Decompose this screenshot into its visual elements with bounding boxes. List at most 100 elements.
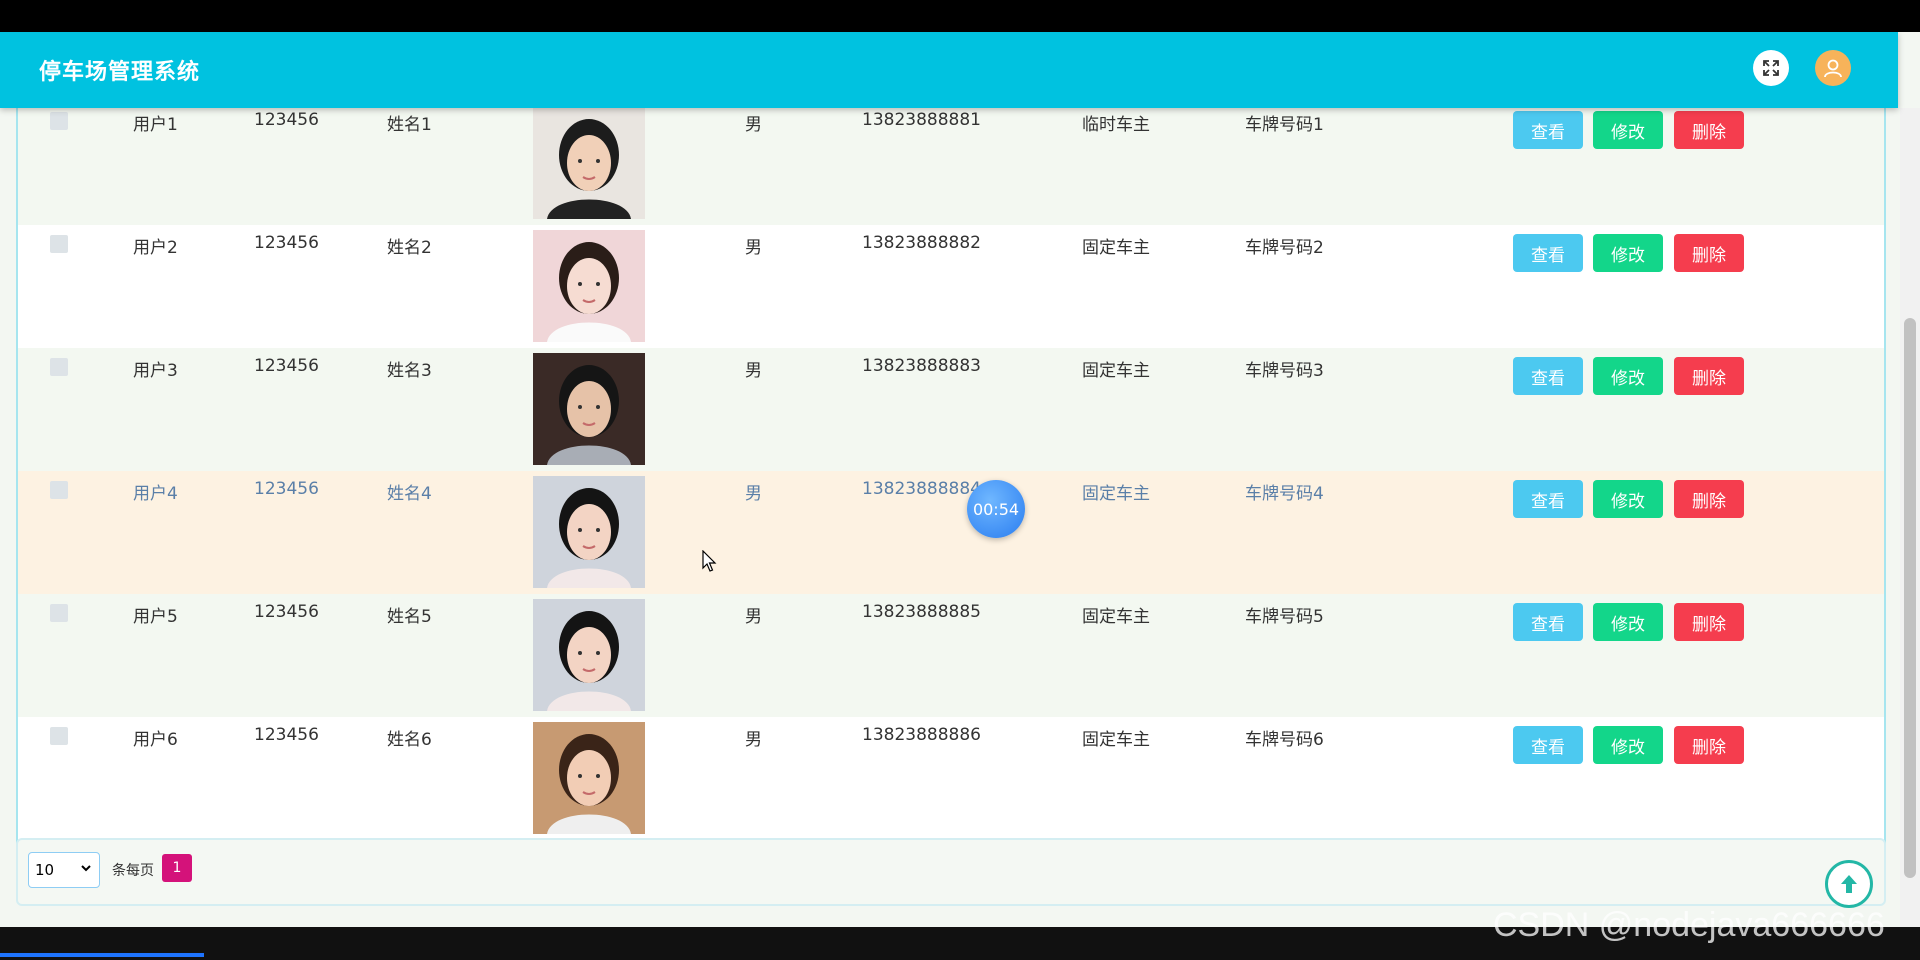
cell-plate: 车牌号码1	[1245, 115, 1324, 135]
page-size-select[interactable]: 10	[28, 852, 100, 888]
cell-gender: 男	[745, 607, 762, 627]
view-button[interactable]: 查看	[1513, 111, 1583, 149]
chevron-down-icon	[81, 865, 91, 872]
cell-plate: 车牌号码5	[1245, 607, 1324, 627]
cell-password: 123456	[254, 110, 319, 130]
cell-plate: 车牌号码6	[1245, 730, 1324, 750]
view-button[interactable]: 查看	[1513, 234, 1583, 272]
avatar-photo	[533, 599, 645, 711]
row-checkbox[interactable]	[50, 112, 68, 130]
edit-button[interactable]: 修改	[1593, 726, 1663, 764]
avatar-photo	[533, 353, 645, 465]
user-avatar-button[interactable]	[1815, 50, 1851, 86]
cell-name: 姓名3	[387, 361, 432, 381]
row-checkbox[interactable]	[50, 727, 68, 745]
edit-button[interactable]: 修改	[1593, 111, 1663, 149]
page-scrollbar[interactable]	[1900, 108, 1920, 927]
cell-plate: 车牌号码2	[1245, 238, 1324, 258]
cell-owner-type: 固定车主	[1082, 361, 1150, 381]
avatar-photo	[533, 722, 645, 834]
row-checkbox[interactable]	[50, 235, 68, 253]
table-row: 用户2 123456 姓名2 男 13823888882 固定车主 车牌号码2 …	[18, 225, 1884, 348]
delete-button[interactable]: 删除	[1674, 480, 1744, 518]
cell-owner-type: 固定车主	[1082, 484, 1150, 504]
avatar-photo	[533, 230, 645, 342]
table-row: 用户5 123456 姓名5 男 13823888885 固定车主 车牌号码5 …	[18, 594, 1884, 717]
avatar-photo	[533, 107, 645, 219]
view-button[interactable]: 查看	[1513, 357, 1583, 395]
view-button[interactable]: 查看	[1513, 603, 1583, 641]
view-button[interactable]: 查看	[1513, 480, 1583, 518]
table-row: 用户4 123456 姓名4 男 13823888884 固定车主 车牌号码4 …	[18, 471, 1884, 594]
table-row: 用户6 123456 姓名6 男 13823888886 固定车主 车牌号码6 …	[18, 717, 1884, 840]
video-progress	[0, 953, 204, 957]
cell-name: 姓名2	[387, 238, 432, 258]
recording-timer: 00:54	[967, 480, 1025, 538]
cell-name: 姓名1	[387, 115, 432, 135]
view-button[interactable]: 查看	[1513, 726, 1583, 764]
cell-owner-type: 固定车主	[1082, 607, 1150, 627]
cell-username: 用户6	[133, 730, 178, 750]
row-checkbox[interactable]	[50, 358, 68, 376]
cell-phone: 13823888884	[862, 479, 981, 499]
cell-name: 姓名5	[387, 607, 432, 627]
cell-owner-type: 固定车主	[1082, 238, 1150, 258]
mouse-cursor-icon	[702, 550, 717, 572]
arrow-up-icon	[1841, 875, 1857, 893]
cell-plate: 车牌号码3	[1245, 361, 1324, 381]
cell-password: 123456	[254, 602, 319, 622]
header-bar: 停车场管理系统	[0, 32, 1898, 108]
cell-gender: 男	[745, 730, 762, 750]
delete-button[interactable]: 删除	[1674, 234, 1744, 272]
watermark: CSDN @nodejava666666	[1493, 906, 1885, 944]
delete-button[interactable]: 删除	[1674, 603, 1744, 641]
cell-gender: 男	[745, 115, 762, 135]
page-size-value: 10	[35, 861, 55, 879]
row-checkbox[interactable]	[50, 481, 68, 499]
scrollbar-thumb[interactable]	[1904, 318, 1916, 878]
cell-username: 用户2	[133, 238, 178, 258]
cell-phone: 13823888882	[862, 233, 981, 253]
edit-button[interactable]: 修改	[1593, 234, 1663, 272]
cell-phone: 13823888885	[862, 602, 981, 622]
cell-gender: 男	[745, 238, 762, 258]
page-button-current[interactable]: 1	[162, 854, 192, 882]
cell-password: 123456	[254, 233, 319, 253]
edit-button[interactable]: 修改	[1593, 480, 1663, 518]
edit-button[interactable]: 修改	[1593, 603, 1663, 641]
delete-button[interactable]: 删除	[1674, 357, 1744, 395]
data-table: 用户1 123456 姓名1 男 13823888881 临时车主 车牌号码1 …	[16, 102, 1886, 860]
cell-phone: 13823888886	[862, 725, 981, 745]
cell-phone: 13823888881	[862, 110, 981, 130]
app-window: 用户1 123456 姓名1 男 13823888881 临时车主 车牌号码1 …	[0, 32, 1920, 927]
fullscreen-icon	[1763, 60, 1779, 76]
screen: 用户1 123456 姓名1 男 13823888881 临时车主 车牌号码1 …	[0, 0, 1920, 960]
user-icon	[1824, 59, 1842, 78]
edit-button[interactable]: 修改	[1593, 357, 1663, 395]
cell-name: 姓名6	[387, 730, 432, 750]
cell-username: 用户4	[133, 484, 178, 504]
row-checkbox[interactable]	[50, 604, 68, 622]
delete-button[interactable]: 删除	[1674, 111, 1744, 149]
per-page-label: 条每页	[112, 863, 154, 879]
cell-gender: 男	[745, 361, 762, 381]
cell-password: 123456	[254, 356, 319, 376]
cell-password: 123456	[254, 725, 319, 745]
fullscreen-button[interactable]	[1753, 50, 1789, 86]
table-row: 用户3 123456 姓名3 男 13823888883 固定车主 车牌号码3 …	[18, 348, 1884, 471]
cell-plate: 车牌号码4	[1245, 484, 1324, 504]
cell-owner-type: 临时车主	[1082, 115, 1150, 135]
cell-phone: 13823888883	[862, 356, 981, 376]
back-to-top-button[interactable]	[1825, 860, 1873, 908]
cell-username: 用户1	[133, 115, 178, 135]
cell-gender: 男	[745, 484, 762, 504]
delete-button[interactable]: 删除	[1674, 726, 1744, 764]
cell-password: 123456	[254, 479, 319, 499]
avatar-photo	[533, 476, 645, 588]
cell-username: 用户5	[133, 607, 178, 627]
table-row: 用户1 123456 姓名1 男 13823888881 临时车主 车牌号码1 …	[18, 102, 1884, 225]
cell-username: 用户3	[133, 361, 178, 381]
cell-owner-type: 固定车主	[1082, 730, 1150, 750]
cell-name: 姓名4	[387, 484, 432, 504]
pagination-bar: 10 条每页 1	[16, 838, 1886, 906]
